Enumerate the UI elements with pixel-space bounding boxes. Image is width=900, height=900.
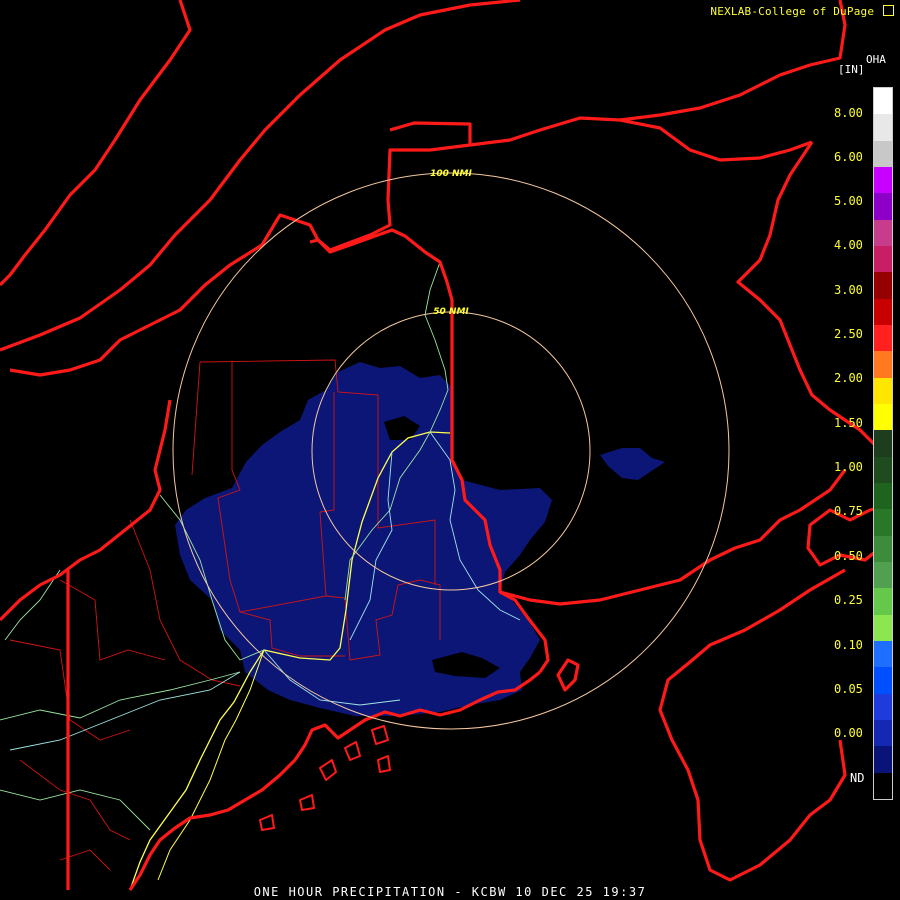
grand-manan — [556, 658, 580, 692]
legend-label: 0.00 — [834, 726, 863, 740]
legend-swatch — [874, 219, 892, 246]
radar-map: 100 NMI 50 NMI — [0, 0, 892, 891]
legend-label: 1.00 — [834, 460, 863, 474]
legend-swatch — [874, 535, 892, 562]
legend-label: 2.50 — [834, 327, 863, 341]
legend-swatch — [874, 298, 892, 325]
legend-swatch — [874, 193, 892, 220]
legend-label: 0.25 — [834, 593, 863, 607]
legend-label: 2.00 — [834, 371, 863, 385]
precip-east-cell — [600, 448, 665, 480]
legend-swatch — [874, 166, 892, 194]
legend-label: 0.75 — [834, 504, 863, 518]
legend-product: OHA — [866, 53, 886, 66]
legend-swatch — [874, 403, 892, 431]
legend-swatch — [874, 509, 892, 536]
legend-swatch — [874, 88, 892, 115]
legend-swatch — [874, 377, 892, 404]
legend-unit: [IN] — [838, 63, 865, 76]
legend-label: 1.50 — [834, 416, 863, 430]
precipitation-echoes — [175, 362, 665, 716]
legend-swatch — [874, 245, 892, 273]
island-cluster — [259, 725, 391, 831]
legend-swatch — [874, 667, 892, 694]
legend-swatch — [874, 693, 892, 720]
legend-swatch — [874, 272, 892, 299]
product-caption: ONE HOUR PRECIPITATION - KCBW 10 DEC 25 … — [253, 885, 647, 899]
legend-swatch — [874, 482, 892, 510]
nova-scotia — [658, 568, 847, 882]
legend-color-bar — [873, 87, 893, 800]
legend-label: 6.00 — [834, 150, 863, 164]
legend-label: 5.00 — [834, 194, 863, 208]
credit-banner[interactable]: NEXLAB-College of DuPage — [710, 4, 894, 18]
credit-text: NEXLAB-College of DuPage — [710, 5, 875, 18]
coast-nb-south — [499, 469, 847, 606]
range-ring-50nmi-label: 50 NMI — [433, 307, 469, 317]
legend-swatch — [874, 614, 892, 641]
legend-label: 3.00 — [834, 283, 863, 297]
legend-swatch — [874, 719, 892, 747]
legend-swatch — [874, 430, 892, 457]
border-west-top — [0, 399, 172, 622]
legend-swatch — [874, 351, 892, 378]
external-link-icon — [883, 5, 894, 16]
legend-label: 0.50 — [834, 549, 863, 563]
legend-swatch — [874, 640, 892, 668]
legend-swatch — [874, 324, 892, 352]
legend-label: 0.05 — [834, 682, 863, 696]
legend-swatch — [874, 114, 892, 141]
range-ring-100nmi-label: 100 NMI — [430, 169, 472, 179]
legend-swatch — [874, 746, 892, 773]
legend-swatch — [874, 588, 892, 615]
legend-label: 4.00 — [834, 238, 863, 252]
legend-label: ND — [850, 771, 865, 785]
legend-swatch — [874, 561, 892, 589]
border-gaspe — [469, 0, 847, 147]
legend-label: 0.10 — [834, 638, 863, 652]
legend-label: 8.00 — [834, 106, 863, 120]
border-far-northwest — [0, 0, 192, 287]
legend-swatch — [874, 140, 892, 167]
legend-swatch — [874, 456, 892, 483]
